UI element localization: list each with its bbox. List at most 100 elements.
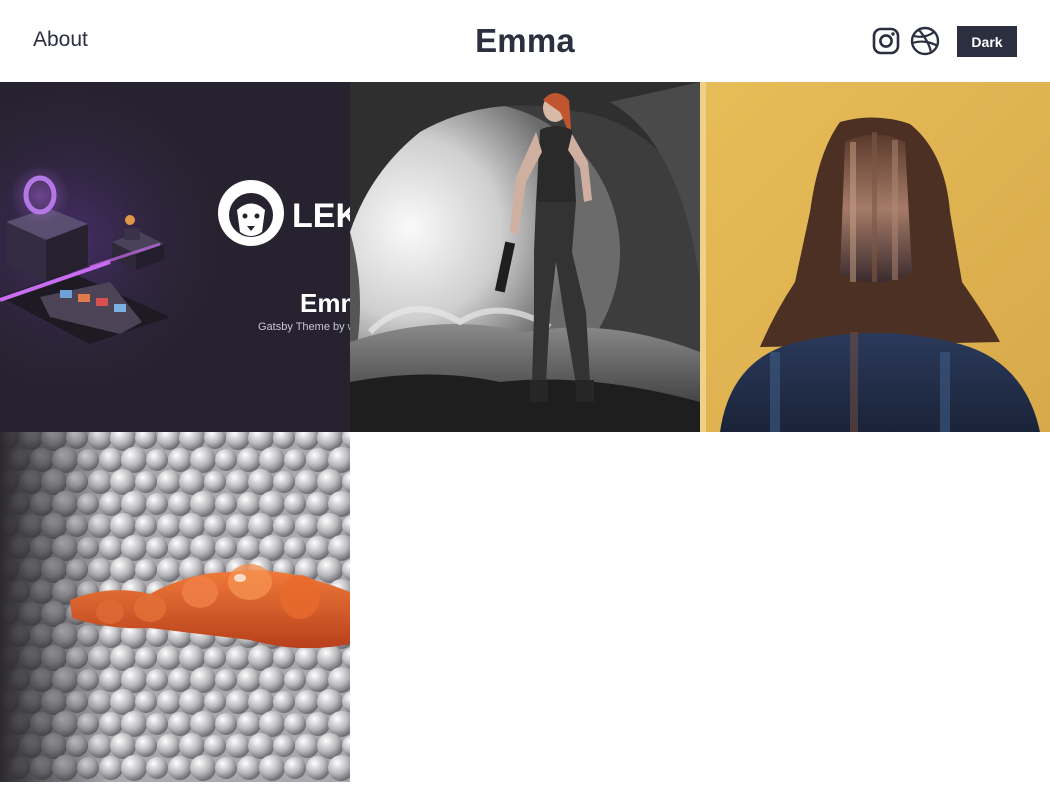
sphere-decoration: [121, 491, 147, 517]
sphere-decoration: [157, 470, 181, 494]
project-card-portrait[interactable]: [700, 82, 1050, 432]
sphere-decoration: [284, 669, 306, 691]
sphere-decoration: [306, 448, 330, 472]
sphere-decoration: [190, 667, 216, 693]
sphere-decoration: [226, 514, 250, 538]
sphere-decoration: [215, 493, 237, 515]
sphere-decoration: [226, 690, 250, 714]
sphere-decoration: [168, 536, 192, 560]
sphere-decoration: [284, 713, 306, 735]
sphere-decoration: [226, 734, 250, 758]
sphere-decoration: [168, 448, 192, 472]
sphere-decoration: [157, 514, 181, 538]
warrior-cave-image: [350, 82, 700, 432]
sphere-decoration: [146, 493, 168, 515]
project-card-lekoarts[interactable]: LEK Emm Gatsby Theme by w: [0, 82, 350, 432]
sphere-decoration: [204, 735, 226, 757]
sphere-decoration: [295, 690, 319, 714]
sphere-decoration: [317, 733, 343, 759]
sphere-decoration: [317, 469, 343, 495]
sphere-decoration: [317, 645, 343, 671]
sphere-decoration: [226, 470, 250, 494]
sphere-decoration: [204, 647, 226, 669]
sphere-decoration: [306, 492, 330, 516]
sphere-decoration: [295, 646, 319, 670]
sphere-decoration: [284, 757, 306, 779]
sphere-decoration: [135, 471, 157, 493]
sphere-decoration: [157, 690, 181, 714]
sphere-decoration: [273, 647, 295, 669]
sphere-decoration: [135, 559, 157, 581]
sphere-decoration: [168, 492, 192, 516]
sphere-decoration: [190, 447, 216, 473]
sphere-decoration: [204, 691, 226, 713]
sphere-decoration: [259, 447, 285, 473]
sphere-decoration: [248, 469, 274, 495]
sphere-decoration: [121, 667, 147, 693]
sphere-decoration: [146, 537, 168, 559]
sphere-decoration: [190, 711, 216, 737]
sphere-decoration: [306, 712, 330, 736]
sphere-decoration: [179, 469, 205, 495]
sphere-decoration: [273, 515, 295, 537]
sphere-decoration: [284, 537, 306, 559]
sphere-decoration: [110, 513, 136, 539]
site-title-link[interactable]: Emma: [475, 22, 575, 59]
sphere-decoration: [215, 537, 237, 559]
sphere-decoration: [110, 733, 136, 759]
sphere-decoration: [237, 756, 261, 780]
project-card-warrior[interactable]: [350, 82, 700, 432]
sphere-decoration: [237, 536, 261, 560]
sphere-decoration: [215, 757, 237, 779]
sphere-decoration: [248, 645, 274, 671]
sphere-decoration: [259, 535, 285, 561]
sphere-decoration: [317, 689, 343, 715]
sphere-decoration: [121, 711, 147, 737]
sphere-decoration: [284, 449, 306, 471]
site-header: About Emma Dark: [0, 0, 1050, 82]
sphere-decoration: [248, 513, 274, 539]
project-grid: LEK Emm Gatsby Theme by w: [0, 82, 1050, 782]
sphere-decoration: [226, 646, 250, 670]
sphere-decoration: [190, 535, 216, 561]
instagram-icon[interactable]: [870, 25, 902, 57]
project-card-spheres[interactable]: [0, 432, 350, 782]
lekoarts-logo-text: LEK: [292, 197, 350, 235]
sphere-decoration: [157, 558, 181, 582]
lekoarts-cover-image: [0, 82, 350, 432]
sphere-decoration: [121, 535, 147, 561]
sphere-decoration: [317, 513, 343, 539]
sphere-decoration: [259, 667, 285, 693]
sphere-decoration: [168, 668, 192, 692]
sphere-decoration: [259, 755, 285, 781]
sphere-decoration: [168, 712, 192, 736]
spheres-render-image: [0, 432, 350, 782]
sphere-decoration: [259, 711, 285, 737]
sphere-decoration: [135, 735, 157, 757]
sphere-decoration: [215, 713, 237, 735]
sphere-decoration: [146, 757, 168, 779]
sphere-decoration: [157, 734, 181, 758]
sphere-decoration: [179, 733, 205, 759]
sphere-decoration: [157, 646, 181, 670]
sphere-decoration: [135, 515, 157, 537]
abstract-portrait-image: [700, 82, 1050, 432]
sphere-decoration: [179, 689, 205, 715]
sphere-decoration: [306, 536, 330, 560]
sphere-decoration: [295, 470, 319, 494]
sphere-decoration: [215, 669, 237, 691]
sphere-decoration: [190, 755, 216, 781]
sphere-decoration: [135, 691, 157, 713]
sphere-decoration: [237, 448, 261, 472]
sphere-decoration: [168, 756, 192, 780]
sphere-decoration: [110, 689, 136, 715]
dribbble-icon[interactable]: [909, 25, 941, 57]
sphere-decoration: [248, 733, 274, 759]
sphere-decoration: [237, 492, 261, 516]
sphere-decoration: [121, 447, 147, 473]
sphere-decoration: [190, 491, 216, 517]
sphere-decoration: [306, 668, 330, 692]
sphere-decoration: [110, 557, 136, 583]
sphere-decoration: [273, 691, 295, 713]
dark-mode-toggle-button[interactable]: Dark: [957, 26, 1017, 57]
